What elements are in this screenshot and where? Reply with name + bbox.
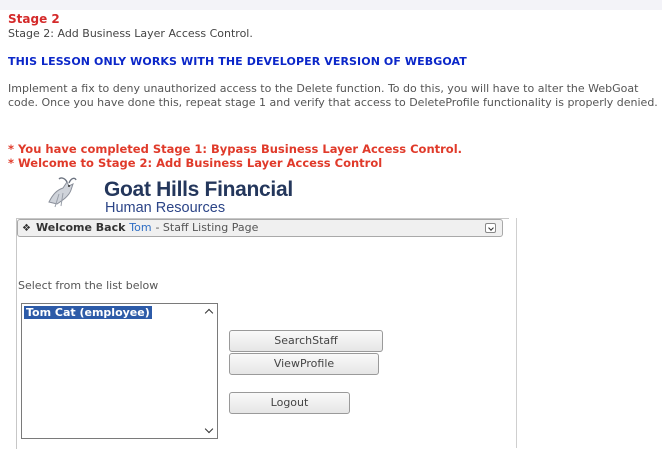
staff-listbox[interactable]: Tom Cat (employee)	[21, 303, 218, 439]
welcome-prefix: Welcome Back	[36, 221, 126, 234]
goat-logo-icon	[48, 177, 77, 208]
stage-subtitle: Stage 2: Add Business Layer Access Contr…	[8, 27, 253, 40]
goat-hills-app: Goat Hills Financial Human Resources ❖ W…	[12, 172, 517, 450]
developer-version-warning: THIS LESSON ONLY WORKS WITH THE DEVELOPE…	[8, 55, 467, 68]
stage-welcome-message: * Welcome to Stage 2: Add Business Layer…	[8, 156, 383, 170]
welcome-text: Welcome Back Tom - Staff Listing Page	[36, 221, 258, 234]
list-item-tom-cat[interactable]: Tom Cat (employee)	[24, 306, 152, 319]
welcome-username: Tom	[129, 221, 152, 234]
logout-button[interactable]: Logout	[229, 392, 350, 414]
panel-edge	[516, 218, 517, 448]
grip-icon: ❖	[22, 223, 31, 234]
logo-subtitle: Human Resources	[105, 200, 226, 216]
welcome-bar[interactable]: ❖ Welcome Back Tom - Staff Listing Page	[17, 219, 503, 237]
scroll-down-icon[interactable]	[205, 426, 214, 435]
scroll-up-icon[interactable]	[205, 307, 214, 316]
dropdown-icon[interactable]	[485, 223, 496, 233]
stage-title: Stage 2	[8, 12, 60, 26]
app-logo: Goat Hills Financial Human Resources	[12, 172, 510, 218]
top-strip	[0, 0, 662, 10]
select-staff-label: Select from the list below	[18, 279, 159, 292]
lesson-instructions: Implement a fix to deny unauthorized acc…	[8, 82, 658, 109]
stage-completed-message: * You have completed Stage 1: Bypass Bus…	[8, 142, 463, 156]
welcome-page-name: - Staff Listing Page	[155, 221, 259, 234]
search-staff-button[interactable]: SearchStaff	[229, 330, 383, 352]
view-profile-button[interactable]: ViewProfile	[229, 353, 379, 375]
logo-title: Goat Hills Financial	[104, 178, 293, 201]
